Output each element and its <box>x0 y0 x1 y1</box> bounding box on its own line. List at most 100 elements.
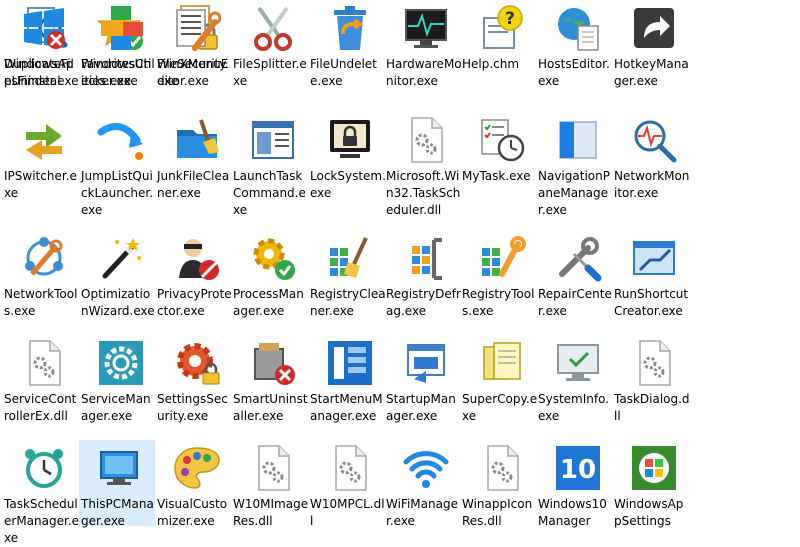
registry-broom-icon <box>326 234 374 282</box>
file-item[interactable]: MyTask.exe <box>460 112 536 222</box>
file-item[interactable]: FileUndelete.exe <box>308 0 384 104</box>
palette-icon <box>173 444 221 492</box>
file-item[interactable]: FileSplitter.exe <box>231 0 307 104</box>
file-name-label: HotkeyManager.exe <box>614 57 689 88</box>
file-name-label: WindowsAppSettings <box>614 497 684 528</box>
jump-arrow-icon <box>97 116 145 164</box>
file-item[interactable]: W10MPCL.dll <box>308 440 385 532</box>
file-item[interactable]: TaskDialog.dll <box>612 335 690 432</box>
privacy-person-icon <box>173 234 221 282</box>
monitor-pulse-icon <box>402 4 450 52</box>
scissors-icon <box>249 4 297 52</box>
file-name-label: RepairCenter.exe <box>538 287 612 318</box>
file-name-label: WindowsAppUninstal <box>4 57 74 88</box>
uninstall-box-icon <box>249 339 297 387</box>
file-item[interactable]: WindowsAppSettings <box>612 440 688 532</box>
file-name-label: HardwareMonitor.exe <box>386 57 462 88</box>
file-name-label: Microsoft.Win32.TaskScheduler.dll <box>386 169 461 217</box>
file-item[interactable]: SuperCopy.exe <box>460 335 538 432</box>
file-item[interactable]: SmartUninstaller.exe <box>231 335 308 432</box>
file-name-label: NetworkMonitor.exe <box>614 169 690 200</box>
alarm-clock-icon <box>20 444 68 492</box>
file-item[interactable]: SettingsSecurity.exe <box>155 335 231 432</box>
copy-docs-icon <box>478 339 526 387</box>
file-item[interactable]: RegistryTools.exe <box>460 230 536 327</box>
file-name-label: FileUndelete.exe <box>310 57 377 88</box>
file-name-label: OptimizationWizard.exe <box>81 287 155 318</box>
file-item[interactable]: ? Help.chm <box>460 0 536 104</box>
file-item[interactable]: ServiceControllerEx.dll <box>2 335 78 432</box>
file-item[interactable]: TaskSchedulerManager.exe <box>2 440 79 545</box>
file-item[interactable]: LockSystem.exe <box>308 112 386 222</box>
gear-check-icon <box>249 234 297 282</box>
file-name-label: SuperCopy.exe <box>462 392 538 423</box>
file-item[interactable]: JumpListQuickLauncher.exe <box>79 112 155 222</box>
file-name-label: WiFiManager.exe <box>386 497 458 528</box>
file-item[interactable]: W10MImageRes.dll <box>231 440 308 532</box>
file-item[interactable]: NetworkTools.exe <box>2 230 78 327</box>
windows10-logo-icon: 10 <box>554 444 602 492</box>
file-item[interactable]: OptimizationWizard.exe <box>79 230 155 327</box>
file-item[interactable]: ProcessManager.exe <box>231 230 307 327</box>
file-item[interactable]: ThisPCManager.exe <box>79 440 155 528</box>
globe-doc-icon <box>554 4 602 52</box>
registry-wrench-icon <box>478 234 526 282</box>
file-item[interactable]: WiFiManager.exe <box>384 440 460 532</box>
lock-screen-icon <box>326 116 374 164</box>
file-item[interactable]: RunShortcutCreator.exe <box>612 230 688 327</box>
file-name-label: ProcessManager.exe <box>233 287 304 318</box>
file-item[interactable]: StartMenuManager.exe <box>308 335 384 432</box>
file-item[interactable]: RegistryDefrag.exe <box>384 230 461 327</box>
file-item[interactable]: WindowsUtilities.exe <box>79 0 155 92</box>
colored-blocks-icon <box>97 4 145 52</box>
start-menu-icon <box>326 339 374 387</box>
file-item[interactable]: 10 Windows10Manager <box>536 440 612 532</box>
dll-gear-file-icon <box>326 444 374 492</box>
file-name-label: VisualCustomizer.exe <box>157 497 228 528</box>
switch-arrows-icon <box>20 116 68 164</box>
wifi-icon <box>402 444 450 492</box>
service-gear-icon <box>97 339 145 387</box>
file-name-label: RegistryCleaner.exe <box>310 287 386 318</box>
file-item[interactable]: NetworkMonitor.exe <box>612 112 690 222</box>
folder-broom-icon <box>173 116 221 164</box>
file-item[interactable]: NavigationPaneManager.exe <box>536 112 612 222</box>
startup-window-icon <box>402 339 450 387</box>
file-name-label: NavigationPaneManager.exe <box>538 169 610 217</box>
shortcut-arrow-icon <box>630 4 678 52</box>
registry-clamp-icon <box>402 234 450 282</box>
file-item[interactable]: PrivacyProtector.exe <box>155 230 232 327</box>
file-name-label: StartupManager.exe <box>386 392 456 423</box>
file-item[interactable]: WindowsAppUninstal <box>2 0 78 92</box>
file-item[interactable]: HotkeyManager.exe <box>612 0 689 104</box>
file-item[interactable]: RegistryCleaner.exe <box>308 230 386 327</box>
file-name-label: MyTask.exe <box>462 169 531 183</box>
file-item[interactable]: IPSwitcher.exe <box>2 112 78 222</box>
file-name-label: ServiceManager.exe <box>81 392 151 423</box>
file-item[interactable]: LaunchTaskCommand.exe <box>231 112 307 222</box>
dll-gear-file-icon <box>249 444 297 492</box>
file-name-label: WindowsUtilities.exe <box>81 57 155 88</box>
file-item[interactable]: RepairCenter.exe <box>536 230 612 327</box>
dll-gear-file-icon <box>402 116 450 164</box>
file-item[interactable]: StartupManager.exe <box>384 335 460 432</box>
nav-pane-icon <box>554 116 602 164</box>
file-item[interactable]: VisualCustomizer.exe <box>155 440 231 532</box>
file-name-label: HostsEditor.exe <box>538 57 610 88</box>
run-window-icon <box>630 234 678 282</box>
file-name-label: RegistryDefrag.exe <box>386 287 461 318</box>
file-item[interactable]: WinappIconRes.dll <box>460 440 536 532</box>
file-name-label: IPSwitcher.exe <box>4 169 77 200</box>
file-item[interactable]: ServiceManager.exe <box>79 335 155 432</box>
file-name-label: FileSplitter.exe <box>233 57 307 88</box>
wrench-screwdriver-icon <box>554 234 602 282</box>
file-item[interactable]: JunkFileCleaner.exe <box>155 112 231 222</box>
file-item[interactable]: SystemInfo.exe <box>536 335 612 432</box>
file-item[interactable]: HostsEditor.exe <box>536 0 612 104</box>
dll-gear-file-icon <box>20 339 68 387</box>
file-item[interactable]: WinXMenuEditor.exe <box>155 0 231 92</box>
recycle-bin-icon <box>326 4 374 52</box>
file-item[interactable]: Microsoft.Win32.TaskScheduler.dll <box>384 112 460 222</box>
file-item[interactable]: HardwareMonitor.exe <box>384 0 462 104</box>
file-name-label: StartMenuManager.exe <box>310 392 383 423</box>
